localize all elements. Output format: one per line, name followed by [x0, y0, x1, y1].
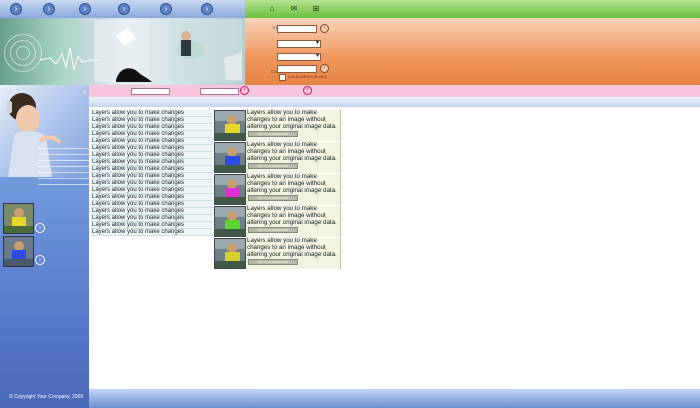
card-body: Layers allow you to make changes to an i…: [246, 141, 340, 173]
list-item[interactable]: Layers allow you to make changes: [91, 145, 213, 152]
quick-search-bar: › ›: [89, 85, 700, 97]
list-item[interactable]: Layers allow you to make changes: [91, 159, 213, 166]
card-more-button[interactable]: GO TO DOWNLOADS: [248, 259, 298, 265]
sitemap-icon[interactable]: ⊞: [311, 4, 321, 14]
divider: [38, 172, 89, 173]
list-item[interactable]: Layers allow you to make changes: [91, 215, 213, 222]
card-divider: [340, 142, 341, 173]
list-item[interactable]: Layers allow you to make changes: [91, 110, 213, 117]
card-image: [215, 175, 245, 204]
list-item[interactable]: Layers allow you to make changes: [91, 187, 213, 194]
card-thumbnail[interactable]: [214, 110, 246, 141]
card-thumbnail[interactable]: [214, 238, 246, 269]
nav-circle-icon[interactable]: ›: [118, 3, 130, 15]
divider: [38, 166, 89, 167]
list-item[interactable]: Layers allow you to make changes: [91, 138, 213, 145]
genre-select[interactable]: [277, 39, 321, 48]
list-item[interactable]: Layers allow you to make changes: [91, 208, 213, 215]
nav-circle-icon[interactable]: ›: [160, 3, 172, 15]
list-item[interactable]: Layers allow you to make changes: [91, 229, 213, 236]
card-image: [215, 111, 245, 140]
search-input[interactable]: [277, 25, 317, 33]
quick-go-icon[interactable]: ›: [240, 86, 249, 95]
card-more-button[interactable]: GO TO DOWNLOADS: [248, 227, 298, 233]
header-banner-image: [0, 18, 245, 85]
thumb-go-icon[interactable]: ›: [35, 255, 45, 265]
sidebar-photo: ×: [0, 85, 89, 177]
footer-bar: [89, 389, 700, 408]
card-body: Layers allow you to make changes to an i…: [246, 237, 340, 269]
card-thumbnail[interactable]: [214, 174, 246, 205]
divider: [38, 184, 89, 185]
top-nav-right: ⌂ ✉ ⊞: [245, 0, 700, 19]
card-thumbnail[interactable]: [214, 206, 246, 237]
search-panel: SEARCH › GENRE LETTER SUBSCRIBE › UNSUBS…: [245, 18, 700, 85]
list-item[interactable]: Layers allow you to make changes: [91, 131, 213, 138]
sidebar-thumb[interactable]: [3, 236, 34, 267]
search-go-icon[interactable]: ›: [320, 24, 329, 33]
card-more-button[interactable]: GO TO DOWNLOADS: [248, 131, 298, 137]
card-description: Layers allow you to make changes to an i…: [247, 205, 337, 226]
list-item[interactable]: Layers allow you to make changes: [91, 222, 213, 229]
letter-select[interactable]: [277, 52, 321, 61]
subscribe-go-icon[interactable]: ›: [320, 64, 329, 73]
quick-field-1[interactable]: [131, 88, 170, 95]
card-description: Layers allow you to make changes to an i…: [247, 109, 337, 130]
thumb-go-icon[interactable]: ›: [35, 223, 45, 233]
nav-circle-icon[interactable]: ›: [201, 3, 213, 15]
card-body: Layers allow you to make changes to an i…: [246, 205, 340, 237]
list-item[interactable]: Layers allow you to make changes: [91, 152, 213, 159]
divider: [38, 178, 89, 179]
divider: [38, 154, 89, 155]
divider: [38, 160, 89, 161]
quick-go-icon-2[interactable]: ›: [303, 86, 312, 95]
blue-divider: [89, 97, 700, 107]
nav-circle-icon[interactable]: ›: [43, 3, 55, 15]
card-divider: [340, 206, 341, 237]
list-item[interactable]: Layers allow you to make changes: [91, 180, 213, 187]
card-image: [215, 239, 245, 268]
list-item[interactable]: Layers allow you to make changes: [91, 117, 213, 124]
unsubscribe-label: UNSUBSCRIBE: [288, 74, 328, 79]
card-image: [215, 143, 245, 172]
card-more-button[interactable]: GO TO DOWNLOADS: [248, 195, 298, 201]
copyright: © Copyright Your Company, 2002: [9, 394, 84, 400]
card-description: Layers allow you to make changes to an i…: [247, 141, 337, 162]
card-description: Layers allow you to make changes to an i…: [247, 237, 337, 258]
sidebar-close-icon[interactable]: ×: [83, 90, 87, 96]
divider: [38, 148, 89, 149]
card-divider: [340, 174, 341, 205]
sidebar-artwork: [6, 93, 62, 177]
list-item[interactable]: Layers allow you to make changes: [91, 201, 213, 208]
card-body: Layers allow you to make changes to an i…: [246, 173, 340, 205]
nav-circle-icon[interactable]: ›: [10, 3, 22, 15]
list-item[interactable]: Layers allow you to make changes: [91, 173, 213, 180]
subscribe-input[interactable]: [277, 65, 317, 73]
card-body: Layers allow you to make changes to an i…: [246, 109, 340, 141]
header-artwork: [39, 20, 242, 82]
card-divider: [340, 238, 341, 269]
card-image: [215, 207, 245, 236]
card-more-button[interactable]: GO TO DOWNLOADS: [248, 163, 298, 169]
sidebar-thumb[interactable]: [3, 203, 34, 234]
list-item[interactable]: Layers allow you to make changes: [91, 124, 213, 131]
thumb-image: [4, 204, 33, 233]
list-item[interactable]: Layers allow you to make changes: [91, 194, 213, 201]
list-item[interactable]: Layers allow you to make changes: [91, 166, 213, 173]
home-icon[interactable]: ⌂: [267, 4, 277, 14]
quick-field-2[interactable]: [200, 88, 239, 95]
nav-circle-icon[interactable]: ›: [79, 3, 91, 15]
unsubscribe-checkbox[interactable]: [279, 74, 286, 81]
mail-icon[interactable]: ✉: [289, 4, 299, 14]
card-thumbnail[interactable]: [214, 142, 246, 173]
card-description: Layers allow you to make changes to an i…: [247, 173, 337, 194]
top-nav-left: › › › › › ›: [0, 0, 245, 19]
thumb-image: [4, 237, 33, 266]
card-divider: [340, 110, 341, 141]
